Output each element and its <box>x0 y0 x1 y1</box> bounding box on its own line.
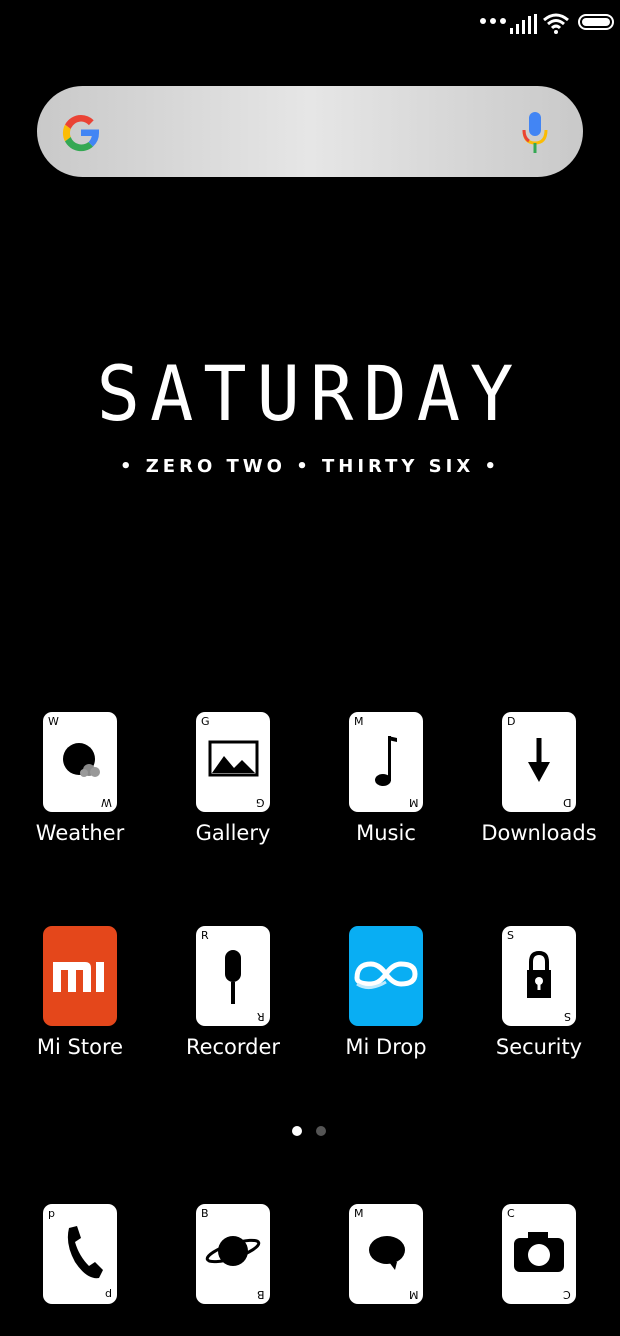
app-label: Music <box>356 821 416 845</box>
app-gallery[interactable]: G G Gallery <box>158 712 308 845</box>
status-bar <box>470 10 620 38</box>
downloads-card-icon: D D <box>502 712 576 812</box>
app-label: Gallery <box>195 821 271 845</box>
infinity-icon <box>354 961 418 989</box>
dock-browser[interactable]: B B <box>158 1204 308 1304</box>
browser-card-icon: B B <box>196 1204 270 1304</box>
mi-store-icon <box>43 926 117 1026</box>
app-recorder[interactable]: R R Recorder <box>158 926 308 1059</box>
battery-icon <box>578 14 614 30</box>
app-mi-drop[interactable]: Mi Drop <box>311 926 461 1059</box>
dock-messages[interactable]: M M <box>311 1204 461 1304</box>
mi-drop-icon <box>349 926 423 1026</box>
app-label: Mi Store <box>36 1035 124 1059</box>
signal-icon <box>510 14 537 34</box>
wifi-icon <box>543 13 569 34</box>
card-corner-letter: P <box>105 1288 112 1301</box>
more-dots-icon <box>480 18 506 24</box>
card-corner-letter: G <box>256 796 265 809</box>
google-search-bar[interactable] <box>37 86 583 177</box>
dock-camera[interactable]: C C <box>464 1204 614 1304</box>
card-corner-letter: S <box>564 1010 571 1023</box>
recorder-card-icon: R R <box>196 926 270 1026</box>
app-label: Weather <box>35 821 125 845</box>
day-of-week: SATURDAY <box>96 349 524 439</box>
dock-phone[interactable]: P P <box>5 1204 155 1304</box>
card-corner-letter: R <box>257 1010 265 1023</box>
card-corner-letter: C <box>563 1288 571 1301</box>
app-weather[interactable]: W W Weather <box>5 712 155 845</box>
card-corner-letter: D <box>562 796 571 809</box>
messages-card-icon: M M <box>349 1204 423 1304</box>
card-corner-letter: W <box>101 796 112 809</box>
security-card-icon: S S <box>502 926 576 1026</box>
app-label: Downloads <box>481 821 597 845</box>
app-label: Recorder <box>185 1035 281 1059</box>
camera-card-icon: C C <box>502 1204 576 1304</box>
time-in-words: • ZERO TWO • THIRTY SIX • <box>119 456 500 477</box>
google-g-icon <box>62 114 100 152</box>
card-corner-letter: M <box>408 796 419 809</box>
card-corner-letter: M <box>408 1288 419 1301</box>
app-label: Security <box>495 1035 583 1059</box>
mi-logo-icon <box>53 962 104 992</box>
page-dot-active[interactable] <box>292 1126 302 1136</box>
phone-card-icon: P P <box>43 1204 117 1304</box>
app-mi-store[interactable]: Mi Store <box>5 926 155 1059</box>
music-card-icon: M M <box>349 712 423 812</box>
page-indicator[interactable] <box>292 1126 326 1136</box>
app-security[interactable]: S S Security <box>464 926 614 1059</box>
card-corner-letter: B <box>257 1288 265 1301</box>
app-downloads[interactable]: D D Downloads <box>464 712 614 845</box>
page-dot[interactable] <box>316 1126 326 1136</box>
app-label: Mi Drop <box>345 1035 427 1059</box>
app-music[interactable]: M M Music <box>311 712 461 845</box>
mic-icon[interactable] <box>521 110 549 156</box>
weather-card-icon: W W <box>43 712 117 812</box>
gallery-card-icon: G G <box>196 712 270 812</box>
